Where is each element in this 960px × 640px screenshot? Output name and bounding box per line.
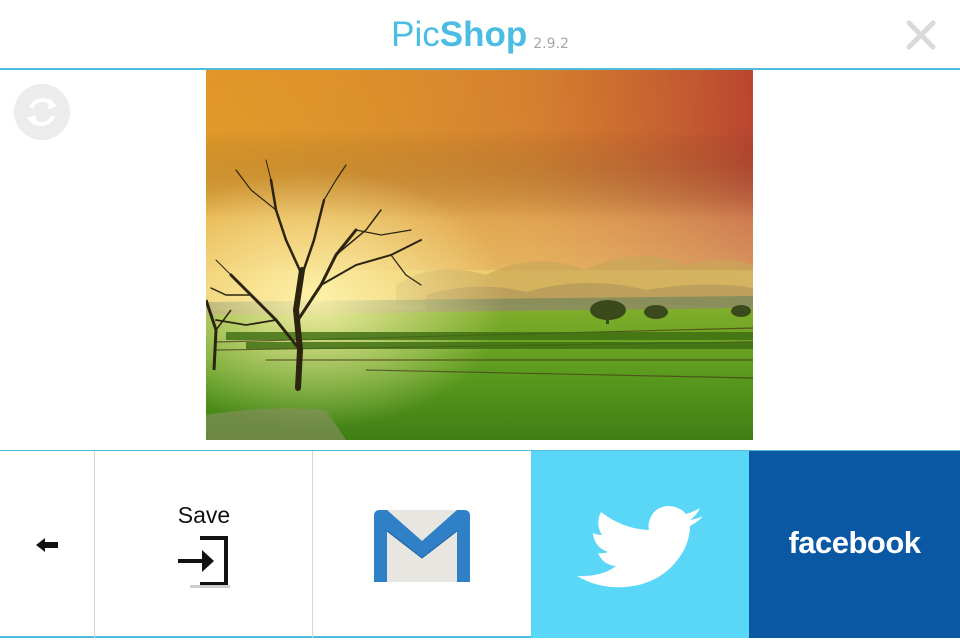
rotate-icon xyxy=(27,98,57,126)
app-title: PicShop 2.9.2 xyxy=(0,14,960,65)
back-button[interactable] xyxy=(0,451,95,638)
app-title-pic: Pic xyxy=(391,15,440,54)
twitter-bird-icon xyxy=(577,506,703,588)
photo-preview xyxy=(206,70,753,440)
gmail-share-button[interactable] xyxy=(313,451,531,638)
app-title-shop: Shop xyxy=(439,15,528,54)
save-button[interactable]: Save xyxy=(95,451,313,638)
close-button[interactable] xyxy=(902,16,940,54)
gmail-icon xyxy=(373,510,471,582)
share-toolbar: Save facebook xyxy=(0,450,960,638)
twitter-share-button[interactable] xyxy=(531,451,749,638)
arrow-left-icon xyxy=(36,538,58,552)
close-icon xyxy=(906,20,936,50)
rotate-button[interactable] xyxy=(14,84,70,140)
app-version: 2.9.2 xyxy=(533,36,569,52)
save-label: Save xyxy=(177,502,231,528)
facebook-share-button[interactable]: facebook xyxy=(749,451,960,638)
facebook-label: facebook xyxy=(788,525,921,560)
landscape-photo xyxy=(206,70,753,440)
title-bar: PicShop 2.9.2 xyxy=(0,0,960,70)
sign-in-icon xyxy=(178,536,230,588)
